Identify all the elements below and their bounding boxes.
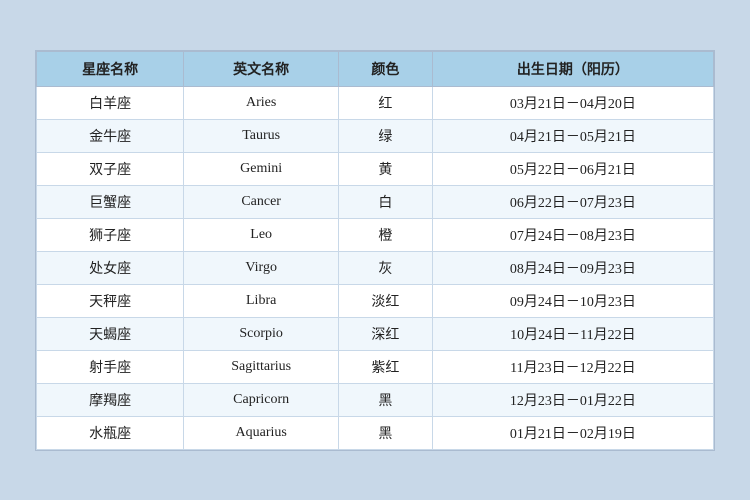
- table-cell-9-3: 12月23日－01月22日: [432, 383, 713, 416]
- table-cell-10-2: 黑: [339, 416, 433, 449]
- table-cell-3-2: 白: [339, 185, 433, 218]
- table-cell-3-3: 06月22日－07月23日: [432, 185, 713, 218]
- column-header-2: 颜色: [339, 51, 433, 86]
- table-cell-2-0: 双子座: [37, 152, 184, 185]
- table-body: 白羊座Aries红03月21日－04月20日金牛座Taurus绿04月21日－0…: [37, 86, 714, 449]
- table-row: 狮子座Leo橙07月24日－08月23日: [37, 218, 714, 251]
- table-cell-8-1: Sagittarius: [184, 350, 339, 383]
- table-cell-4-3: 07月24日－08月23日: [432, 218, 713, 251]
- table-row: 双子座Gemini黄05月22日－06月21日: [37, 152, 714, 185]
- table-cell-7-2: 深红: [339, 317, 433, 350]
- table-row: 天秤座Libra淡红09月24日－10月23日: [37, 284, 714, 317]
- table-row: 天蝎座Scorpio深红10月24日－11月22日: [37, 317, 714, 350]
- table-cell-5-0: 处女座: [37, 251, 184, 284]
- table-cell-4-1: Leo: [184, 218, 339, 251]
- table-cell-1-1: Taurus: [184, 119, 339, 152]
- table-cell-1-2: 绿: [339, 119, 433, 152]
- zodiac-table-container: 星座名称英文名称颜色出生日期（阳历） 白羊座Aries红03月21日－04月20…: [35, 50, 715, 451]
- table-cell-0-0: 白羊座: [37, 86, 184, 119]
- column-header-1: 英文名称: [184, 51, 339, 86]
- table-cell-9-1: Capricorn: [184, 383, 339, 416]
- table-cell-1-3: 04月21日－05月21日: [432, 119, 713, 152]
- table-cell-4-0: 狮子座: [37, 218, 184, 251]
- table-header-row: 星座名称英文名称颜色出生日期（阳历）: [37, 51, 714, 86]
- table-cell-7-1: Scorpio: [184, 317, 339, 350]
- table-cell-9-2: 黑: [339, 383, 433, 416]
- table-cell-7-3: 10月24日－11月22日: [432, 317, 713, 350]
- table-cell-6-0: 天秤座: [37, 284, 184, 317]
- table-cell-0-3: 03月21日－04月20日: [432, 86, 713, 119]
- table-cell-5-3: 08月24日－09月23日: [432, 251, 713, 284]
- table-cell-10-1: Aquarius: [184, 416, 339, 449]
- column-header-3: 出生日期（阳历）: [432, 51, 713, 86]
- table-row: 射手座Sagittarius紫红11月23日－12月22日: [37, 350, 714, 383]
- table-cell-8-3: 11月23日－12月22日: [432, 350, 713, 383]
- column-header-0: 星座名称: [37, 51, 184, 86]
- table-cell-2-3: 05月22日－06月21日: [432, 152, 713, 185]
- table-cell-8-0: 射手座: [37, 350, 184, 383]
- table-cell-6-3: 09月24日－10月23日: [432, 284, 713, 317]
- table-cell-0-1: Aries: [184, 86, 339, 119]
- table-cell-9-0: 摩羯座: [37, 383, 184, 416]
- table-cell-1-0: 金牛座: [37, 119, 184, 152]
- table-cell-0-2: 红: [339, 86, 433, 119]
- table-row: 水瓶座Aquarius黑01月21日－02月19日: [37, 416, 714, 449]
- table-cell-5-2: 灰: [339, 251, 433, 284]
- table-cell-2-2: 黄: [339, 152, 433, 185]
- table-cell-3-0: 巨蟹座: [37, 185, 184, 218]
- table-cell-7-0: 天蝎座: [37, 317, 184, 350]
- table-cell-6-1: Libra: [184, 284, 339, 317]
- table-cell-2-1: Gemini: [184, 152, 339, 185]
- table-cell-10-3: 01月21日－02月19日: [432, 416, 713, 449]
- table-cell-6-2: 淡红: [339, 284, 433, 317]
- table-row: 巨蟹座Cancer白06月22日－07月23日: [37, 185, 714, 218]
- table-row: 金牛座Taurus绿04月21日－05月21日: [37, 119, 714, 152]
- table-cell-10-0: 水瓶座: [37, 416, 184, 449]
- zodiac-table: 星座名称英文名称颜色出生日期（阳历） 白羊座Aries红03月21日－04月20…: [36, 51, 714, 450]
- table-cell-4-2: 橙: [339, 218, 433, 251]
- table-row: 白羊座Aries红03月21日－04月20日: [37, 86, 714, 119]
- table-cell-3-1: Cancer: [184, 185, 339, 218]
- table-cell-5-1: Virgo: [184, 251, 339, 284]
- table-cell-8-2: 紫红: [339, 350, 433, 383]
- table-row: 摩羯座Capricorn黑12月23日－01月22日: [37, 383, 714, 416]
- table-row: 处女座Virgo灰08月24日－09月23日: [37, 251, 714, 284]
